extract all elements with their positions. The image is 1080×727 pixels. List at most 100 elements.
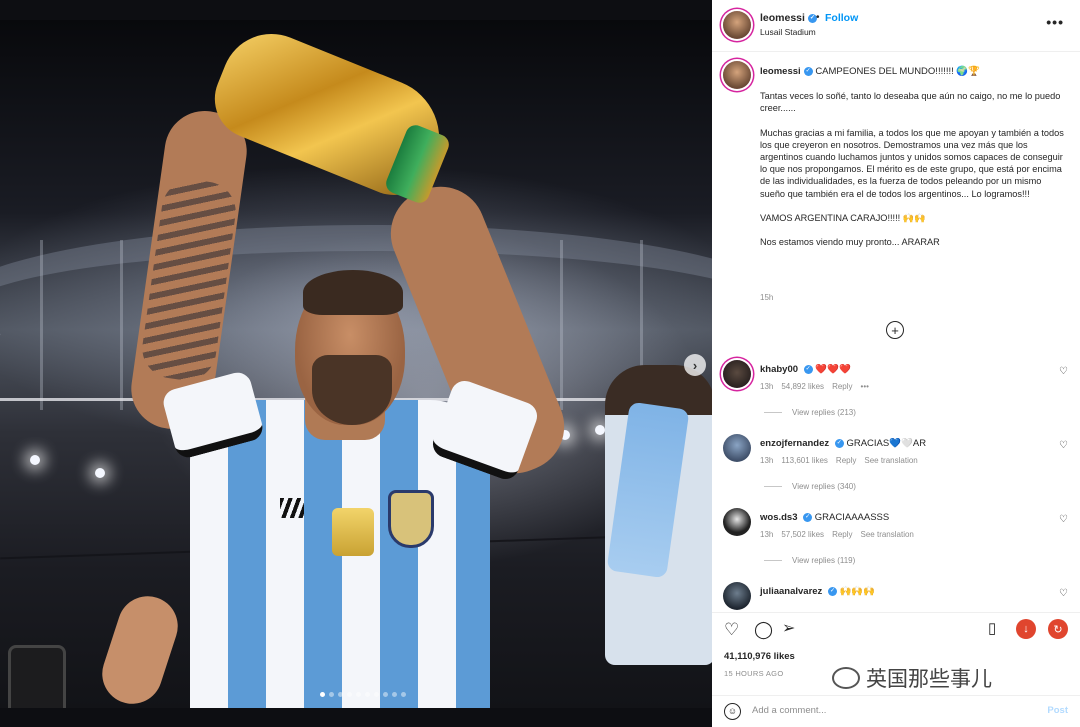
post-timestamp: 15 HOURS AGO bbox=[724, 669, 784, 678]
avatar[interactable] bbox=[723, 360, 751, 388]
load-more-comments-icon[interactable]: + bbox=[886, 321, 904, 339]
comment-meta: 13h 57,502 likes Reply See translation bbox=[760, 530, 922, 539]
carousel-dot bbox=[401, 692, 406, 697]
refresh-icon[interactable]: ↻ bbox=[1048, 619, 1068, 639]
comment-body: 🙌🙌🙌 bbox=[839, 586, 876, 597]
carousel-dots bbox=[320, 692, 406, 697]
caption-body: Tantas veces lo soñé, tanto lo deseaba q… bbox=[760, 91, 1064, 248]
watermark: 英国那些事儿 bbox=[832, 663, 992, 693]
verified-badge-icon: ✓ bbox=[803, 512, 813, 522]
afa-crest bbox=[388, 490, 434, 548]
carousel-dot bbox=[356, 692, 361, 697]
location-link[interactable]: Lusail Stadium bbox=[760, 27, 816, 37]
comment-likes[interactable]: 113,601 likes bbox=[781, 456, 828, 465]
verified-badge-icon: ✓ bbox=[803, 66, 813, 76]
comment-username[interactable]: juliaanalvarez bbox=[760, 586, 822, 597]
verified-badge-icon: ✓ bbox=[803, 364, 813, 374]
caption-time: 15h bbox=[760, 293, 774, 302]
more-options-icon[interactable]: ••• bbox=[1046, 14, 1064, 30]
comment-time: 13h bbox=[760, 382, 774, 391]
verified-badge-icon: ✓ bbox=[834, 438, 844, 448]
bookmark-icon[interactable]: ▯ bbox=[988, 621, 996, 636]
username-text[interactable]: leomessi bbox=[760, 12, 805, 24]
heart-icon[interactable]: ♡ bbox=[1059, 366, 1068, 377]
verified-badge-icon: ✓ bbox=[827, 586, 837, 596]
avatar[interactable] bbox=[723, 61, 751, 89]
likes-count[interactable]: 41,110,976 likes bbox=[724, 651, 795, 662]
comment-input[interactable]: Add a comment... bbox=[752, 705, 826, 716]
comments-scroll-area[interactable]: leomessi ✓ CAMPEONES DEL MUNDO!!!!!!! 🌍🏆 … bbox=[712, 52, 1080, 612]
heart-icon[interactable]: ♡ bbox=[1059, 440, 1068, 451]
post-photo[interactable] bbox=[0, 20, 712, 708]
carousel-dot bbox=[365, 692, 370, 697]
next-image-button[interactable]: › bbox=[684, 354, 706, 376]
reply-button[interactable]: Reply bbox=[832, 530, 852, 539]
stadium-rib bbox=[120, 240, 123, 410]
reply-button[interactable]: Reply bbox=[836, 456, 856, 465]
comment-text: khaby00 ✓ ❤️❤️❤️ bbox=[760, 364, 851, 375]
post-side-panel: leomessi ✓ • Follow Lusail Stadium ••• le… bbox=[712, 0, 1080, 727]
post-media: › bbox=[0, 0, 712, 727]
list-item: khaby00 ✓ ❤️❤️❤️ 13h 54,892 likes Reply •••… bbox=[712, 358, 1080, 432]
player-hair bbox=[303, 270, 403, 315]
comment-text: juliaanalvarez ✓ 🙌🙌🙌 bbox=[760, 586, 875, 597]
avatar[interactable] bbox=[723, 434, 751, 462]
reply-button[interactable]: Reply bbox=[832, 382, 852, 391]
share-send-icon[interactable]: ➢ bbox=[782, 621, 795, 637]
comment-time: 13h bbox=[760, 456, 774, 465]
view-replies-button[interactable]: View replies (340) bbox=[764, 482, 856, 491]
see-translation-button[interactable]: See translation bbox=[861, 530, 914, 539]
like-heart-icon[interactable]: ♡ bbox=[724, 621, 739, 638]
comment-bubble-icon[interactable]: ◯ bbox=[754, 621, 773, 638]
see-translation-button[interactable]: See translation bbox=[864, 456, 917, 465]
fifa-champion-badge bbox=[332, 508, 374, 556]
caption-header: leomessi ✓ CAMPEONES DEL MUNDO!!!!!!! 🌍🏆 bbox=[760, 66, 1065, 77]
comment-likes[interactable]: 57,502 likes bbox=[781, 530, 824, 539]
caption-headline: CAMPEONES DEL MUNDO!!!!!!! 🌍🏆 bbox=[815, 66, 981, 77]
flood-light bbox=[95, 468, 105, 478]
comment-body: GRACIAS💙🤍AR bbox=[846, 438, 927, 449]
download-icon[interactable]: ↓ bbox=[1016, 619, 1036, 639]
comment-time: 13h bbox=[760, 530, 774, 539]
heart-icon[interactable]: ♡ bbox=[1059, 514, 1068, 525]
carousel-dot bbox=[392, 692, 397, 697]
comment-body: ❤️❤️❤️ bbox=[815, 364, 851, 375]
comment-username[interactable]: wos.ds3 bbox=[760, 512, 798, 523]
comment-options-icon[interactable]: ••• bbox=[861, 382, 869, 391]
avatar[interactable] bbox=[723, 508, 751, 536]
separator-dot: • bbox=[816, 12, 820, 23]
carousel-dot bbox=[329, 692, 334, 697]
list-item: wos.ds3 ✓ GRACIAAAASSS 13h 57,502 likes Re… bbox=[712, 506, 1080, 580]
list-item: enzojfernandez ✓ GRACIAS💙🤍AR 13h 113,601 … bbox=[712, 432, 1080, 506]
emoji-icon[interactable]: ☺ bbox=[724, 703, 741, 720]
heart-icon[interactable]: ♡ bbox=[1059, 588, 1068, 599]
avatar[interactable] bbox=[723, 582, 751, 610]
comment-meta: 13h 113,601 likes Reply See translation bbox=[760, 456, 926, 465]
comment-text: wos.ds3 ✓ GRACIAAAASSS bbox=[760, 512, 889, 523]
fan-hand bbox=[94, 588, 186, 708]
caption-username[interactable]: leomessi bbox=[760, 66, 801, 77]
chevron-right-icon: › bbox=[692, 357, 698, 373]
stadium-rib bbox=[40, 240, 43, 410]
flood-light bbox=[30, 455, 40, 465]
player-beard bbox=[312, 355, 392, 425]
comment-likes[interactable]: 54,892 likes bbox=[781, 382, 824, 391]
comment-text: enzojfernandez ✓ GRACIAS💙🤍AR bbox=[760, 438, 926, 449]
view-replies-button[interactable]: View replies (213) bbox=[764, 408, 856, 417]
list-item: juliaanalvarez ✓ 🙌🙌🙌 ♡ bbox=[712, 580, 1080, 612]
comment-username[interactable]: enzojfernandez bbox=[760, 438, 829, 449]
avatar[interactable] bbox=[723, 11, 751, 39]
adidas-logo bbox=[280, 498, 304, 518]
post-comment-button[interactable]: Post bbox=[1047, 705, 1068, 716]
wechat-icon bbox=[832, 667, 860, 689]
carousel-dot bbox=[338, 692, 343, 697]
carousel-dot bbox=[347, 692, 352, 697]
post-actions: ♡ ◯ ➢ ▯ ↓ ↻ 41,110,976 likes 15 HOURS AG… bbox=[712, 612, 1080, 702]
flood-light bbox=[595, 425, 605, 435]
post-username[interactable]: leomessi ✓ bbox=[760, 12, 817, 24]
follow-button[interactable]: Follow bbox=[825, 12, 858, 24]
carousel-dot bbox=[383, 692, 388, 697]
comment-username[interactable]: khaby00 bbox=[760, 364, 798, 375]
stadium-rib bbox=[560, 240, 563, 410]
view-replies-button[interactable]: View replies (119) bbox=[764, 556, 855, 565]
